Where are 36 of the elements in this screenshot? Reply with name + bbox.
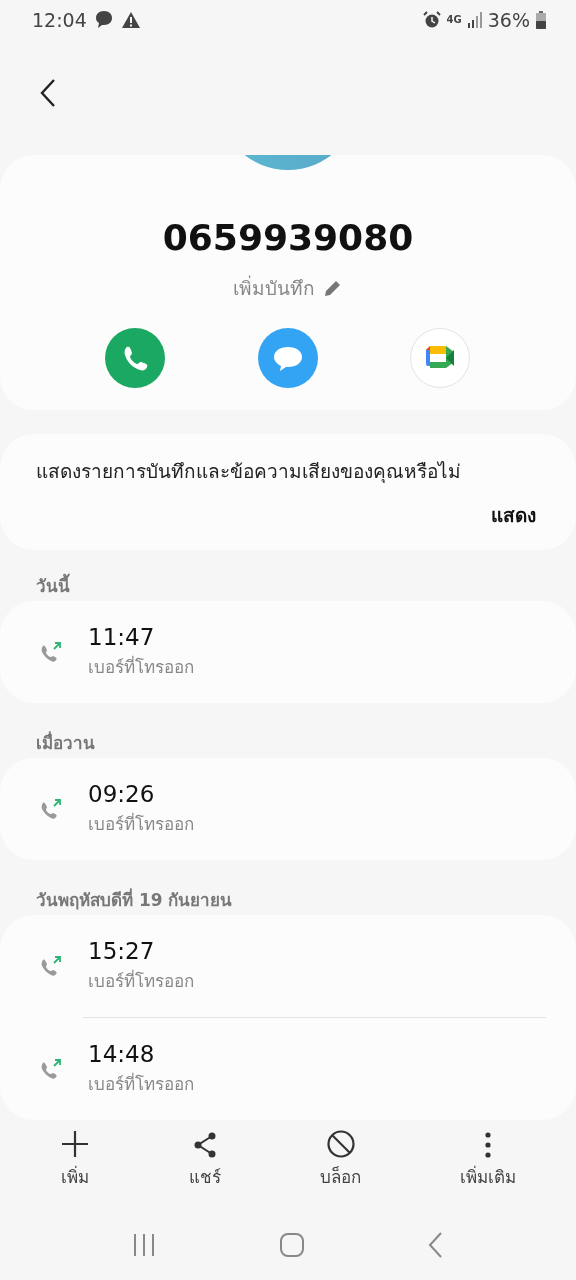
- call-time: 15:27: [88, 938, 156, 964]
- pencil-icon[interactable]: [323, 278, 343, 298]
- call-time: 14:48: [88, 1041, 156, 1067]
- add-note-label[interactable]: เพิ่มบันทึก: [233, 273, 315, 303]
- call-time: 11:47: [88, 624, 156, 650]
- call-type: เบอร์ที่โทรออก: [88, 968, 194, 993]
- call-time: 09:26: [88, 781, 156, 807]
- more-button[interactable]: เพิ่มเติม: [454, 1124, 523, 1194]
- add-button[interactable]: เพิ่ม: [53, 1124, 96, 1194]
- recent-apps-icon[interactable]: [131, 1233, 156, 1257]
- call-type: เบอร์ที่โทรออก: [88, 654, 194, 679]
- block-button[interactable]: บล็อก: [314, 1124, 368, 1194]
- video-call-button[interactable]: [410, 328, 470, 388]
- show-link[interactable]: แสดง: [491, 504, 536, 526]
- battery-percentage: 36%: [487, 9, 530, 31]
- call-type: เบอร์ที่โทรออก: [88, 1071, 194, 1096]
- more-options-icon: [484, 1131, 493, 1159]
- banner-text: แสดงรายการบันทึกและข้อความเสียงของคุณหรือไม่: [36, 459, 462, 485]
- battery-icon: [536, 11, 546, 29]
- phone-number: 0659939080: [161, 217, 415, 258]
- share-button[interactable]: แชร์: [182, 1124, 227, 1194]
- back-icon[interactable]: [38, 77, 58, 108]
- add-icon: [59, 1129, 90, 1159]
- message-button[interactable]: [257, 328, 318, 388]
- alarm-icon: [422, 11, 441, 29]
- network-type: 4G: [446, 15, 462, 25]
- signal-icon: [467, 12, 482, 28]
- block-icon: [325, 1129, 356, 1159]
- home-icon[interactable]: [279, 1232, 305, 1258]
- date-header: วันพฤหัสบดีที่ 19 กันยายน: [35, 887, 234, 912]
- date-header: เมื่อวาน: [35, 730, 96, 755]
- clock-time: 12:04: [32, 9, 87, 31]
- date-header: วันนี้: [0, 564, 576, 601]
- warning-icon: [120, 11, 141, 29]
- call-button[interactable]: [105, 328, 165, 388]
- call-type: เบอร์ที่โทรออก: [88, 811, 194, 836]
